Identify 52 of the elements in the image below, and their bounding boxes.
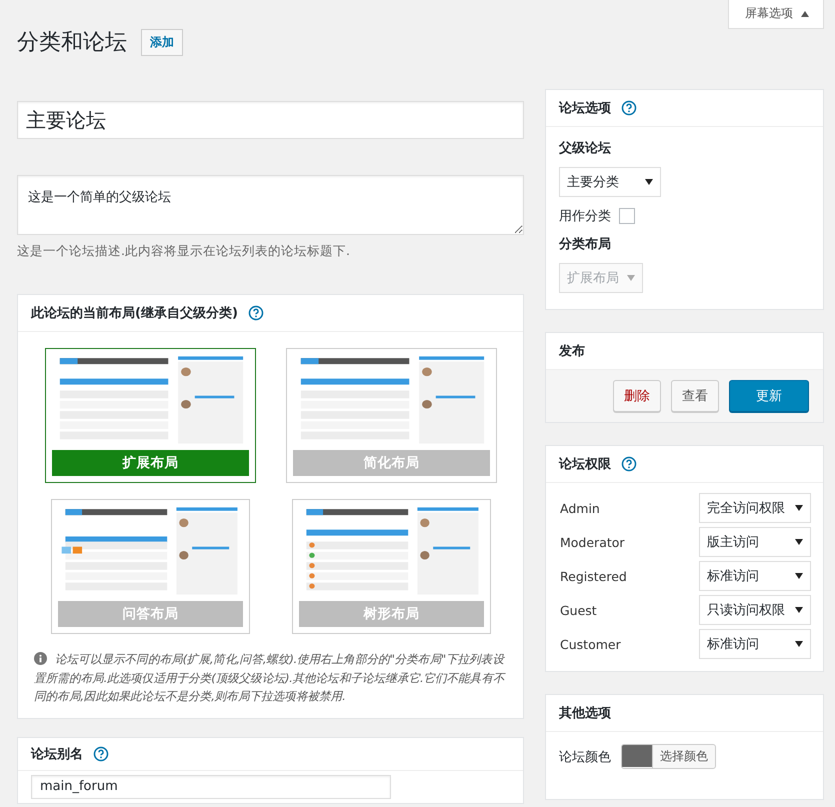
slug-field[interactable]: main_forum [31,774,391,799]
description-field[interactable]: 这是一个简单的父级论坛 [17,175,524,235]
role-label: Registered [560,568,628,584]
caret-icon [801,10,809,16]
help-icon[interactable] [248,305,264,321]
caret-icon [645,179,653,185]
caret-icon [795,607,803,613]
help-icon[interactable] [621,456,637,472]
layout-note: 论坛可以显示不同的布局(扩展,简化,问答,螺纹).使用右上角部分的"分类布局"下拉列表设置所需的布局.此选项仅适用于分类(顶级父级论坛).其他论坛和子论坛继承它.它们不能具有不同的布局,因此如果此论坛不是分类,则布局下拉选项将被禁用. [34,651,507,706]
field-label: 论坛颜色 [559,748,611,766]
help-icon[interactable] [621,100,637,116]
layout-label: 扩展布局 [52,450,249,476]
field-label: 用作分类 [559,208,611,225]
screen-options-tab[interactable]: 屏幕选项 [728,0,824,29]
layout-label: 简化布局 [293,450,490,476]
panel-title: 论坛权限 [559,456,611,473]
caret-icon [627,275,635,281]
color-picker-button[interactable]: 选择颜色 [621,744,716,769]
layout-option[interactable]: 扩展布局 [45,348,256,483]
category-checkbox[interactable] [619,208,635,224]
parent-forum-dropdown[interactable]: 主要分类 [559,167,661,197]
panel-title: 发布 [559,343,585,360]
panel-title: 其他选项 [559,705,611,722]
panel-title: 此论坛的当前布局(继承自父级分类) [31,305,238,322]
permission-dropdown[interactable]: 完全访问权限 [699,493,811,523]
view-button[interactable]: 查看 [671,380,719,412]
caret-icon [795,573,803,579]
role-label: Moderator [560,534,626,550]
permission-dropdown[interactable]: 版主访问 [699,527,811,557]
field-label: 父级论坛 [559,140,611,157]
caret-icon [795,641,803,647]
role-label: Customer [560,636,622,652]
caret-icon [795,505,803,511]
permission-dropdown[interactable]: 只读访问权限 [699,595,811,625]
info-icon [34,652,47,665]
title-field[interactable]: 主要论坛 [17,101,524,139]
delete-button[interactable]: 删除 [613,380,661,412]
caret-icon [795,539,803,545]
update-button[interactable]: 更新 [729,380,809,412]
panel-title: 论坛别名 [31,746,83,763]
role-label: Guest [560,602,598,618]
layout-label: 树形布局 [299,601,484,627]
field-label: 分类布局 [559,236,611,253]
panel-title: 论坛选项 [559,100,611,117]
permission-dropdown[interactable]: 标准访问 [699,561,811,591]
layout-label: 问答布局 [58,601,243,627]
description-hint: 这是一个论坛描述.此内容将显示在论坛列表的论坛标题下. [17,243,351,260]
page-title: 分类和论坛 [17,29,127,57]
role-label: Admin [560,500,601,516]
add-button[interactable]: 添加 [141,28,183,56]
permission-dropdown[interactable]: 标准访问 [699,629,811,659]
help-icon[interactable] [93,746,109,762]
